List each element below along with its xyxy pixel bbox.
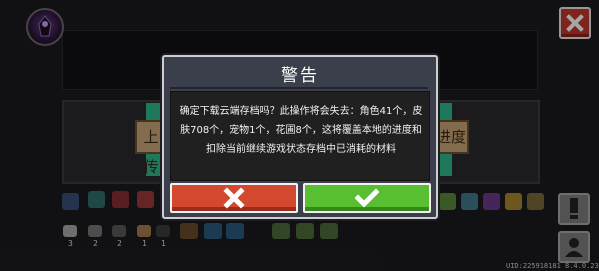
- warning-dialog: 警告 确定下载云端存档吗？此操作将会失去：角色41个，皮肤708个，宠物1个，花…: [162, 55, 438, 219]
- x-icon: [223, 187, 245, 209]
- message-box: 确定下载云端存档吗？此操作将会失去：角色41个，皮肤708个，宠物1个，花圃8个…: [170, 91, 430, 181]
- dialog-message: 确定下载云端存档吗？此操作将会失去：角色41个，皮肤708个，宠物1个，花圃8个…: [179, 106, 423, 155]
- cancel-button[interactable]: [170, 183, 298, 213]
- confirm-button[interactable]: [303, 183, 431, 213]
- title-divider: [170, 87, 428, 89]
- checkmark-icon: [355, 188, 379, 208]
- dialog-title: 警告: [281, 66, 319, 86]
